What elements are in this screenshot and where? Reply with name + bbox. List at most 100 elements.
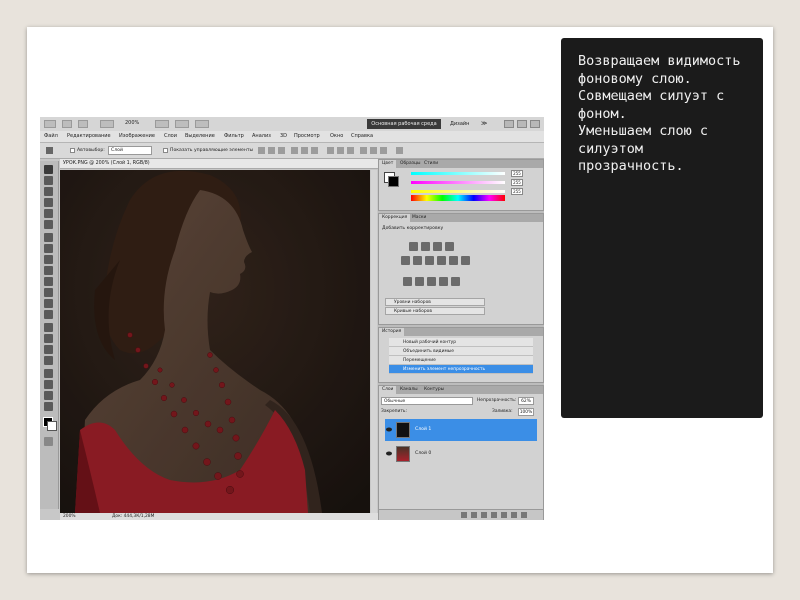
eraser-tool-icon[interactable]: [44, 277, 53, 286]
bridge-icon[interactable]: [62, 120, 72, 128]
panel-bg-swatch[interactable]: [388, 176, 399, 187]
workspace-design-link[interactable]: Дизайн: [450, 119, 469, 129]
menu-window[interactable]: Окно: [330, 133, 343, 139]
menu-image[interactable]: Изображение: [119, 133, 155, 139]
hand-tool-icon[interactable]: [44, 391, 53, 400]
3d-rotate-tool-icon[interactable]: [44, 369, 53, 378]
auto-align-icon[interactable]: [396, 147, 403, 154]
view-extras-icon[interactable]: [100, 120, 114, 128]
color-spectrum[interactable]: [411, 195, 505, 201]
history-item[interactable]: Новый рабочий контур: [389, 338, 533, 347]
zoom-tool-icon[interactable]: [44, 402, 53, 411]
align-left-icon[interactable]: [291, 147, 298, 154]
tab-adjustments[interactable]: Коррекция: [379, 214, 411, 222]
path-select-tool-icon[interactable]: [44, 345, 53, 354]
tab-layers[interactable]: Слои: [379, 386, 397, 394]
history-brush-tool-icon[interactable]: [44, 266, 53, 275]
menu-layers[interactable]: Слои: [164, 133, 177, 139]
type-tool-icon[interactable]: [44, 334, 53, 343]
exposure-icon[interactable]: [445, 242, 454, 251]
menu-3d[interactable]: 3D: [280, 133, 287, 139]
crop-tool-icon[interactable]: [44, 209, 53, 218]
tab-paths[interactable]: Контуры: [421, 386, 447, 394]
selective-color-icon[interactable]: [451, 277, 460, 286]
align-top-icon[interactable]: [258, 147, 265, 154]
hand-tool-icon[interactable]: [155, 120, 169, 128]
history-item-selected[interactable]: Изменить элемент непрозрачность: [389, 365, 533, 374]
align-right-icon[interactable]: [311, 147, 318, 154]
shape-tool-icon[interactable]: [44, 356, 53, 365]
distribute-vcenter-icon[interactable]: [337, 147, 344, 154]
hue-saturation-icon[interactable]: [413, 256, 422, 265]
distribute-left-icon[interactable]: [360, 147, 367, 154]
distribute-right-icon[interactable]: [380, 147, 387, 154]
tab-channels[interactable]: Каналы: [397, 386, 421, 394]
autoselect-checkbox[interactable]: [70, 148, 75, 153]
distribute-hcenter-icon[interactable]: [370, 147, 377, 154]
document-canvas[interactable]: [60, 170, 370, 513]
red-slider[interactable]: [411, 172, 505, 175]
history-item[interactable]: Объединить видимые: [389, 347, 533, 356]
menu-view[interactable]: Просмотр: [294, 133, 320, 139]
lasso-tool-icon[interactable]: [44, 187, 53, 196]
curves-icon[interactable]: [433, 242, 442, 251]
menu-analysis[interactable]: Анализ: [252, 133, 271, 139]
screen-mode-icon[interactable]: [195, 120, 209, 128]
vibrance-icon[interactable]: [401, 256, 410, 265]
gradient-map-icon[interactable]: [439, 277, 448, 286]
menu-select[interactable]: Выделение: [185, 133, 215, 139]
new-layer-icon[interactable]: [511, 512, 517, 518]
move-tool-icon[interactable]: [44, 165, 53, 174]
more-workspaces-icon[interactable]: ≫: [481, 119, 487, 129]
adjustment-layer-icon[interactable]: [491, 512, 497, 518]
green-value[interactable]: 255: [511, 179, 523, 186]
green-slider[interactable]: [411, 181, 505, 184]
trash-icon[interactable]: [521, 512, 527, 518]
maximize-icon[interactable]: [517, 120, 527, 128]
show-controls-checkbox[interactable]: [163, 148, 168, 153]
workspace-essentials-button[interactable]: Основная рабочая среда: [367, 119, 441, 129]
brush-tool-icon[interactable]: [44, 244, 53, 253]
blur-tool-icon[interactable]: [44, 299, 53, 308]
layer-row[interactable]: Слой 0: [385, 443, 537, 465]
photo-filter-icon[interactable]: [449, 256, 458, 265]
eyedropper-tool-icon[interactable]: [44, 220, 53, 229]
menu-edit[interactable]: Редактирование: [67, 133, 111, 139]
posterize-icon[interactable]: [415, 277, 424, 286]
layer-row-selected[interactable]: Слой 1: [385, 419, 537, 441]
eye-icon[interactable]: [386, 451, 392, 456]
move-tool-icon[interactable]: [46, 147, 53, 154]
menu-file[interactable]: Файл: [44, 133, 58, 139]
tab-styles[interactable]: Стили: [421, 160, 441, 168]
distribute-top-icon[interactable]: [327, 147, 334, 154]
tab-swatches[interactable]: Образцы: [397, 160, 423, 168]
history-item[interactable]: Перемещение: [389, 356, 533, 365]
black-white-icon[interactable]: [437, 256, 446, 265]
blue-value[interactable]: 255: [511, 188, 523, 195]
dodge-tool-icon[interactable]: [44, 310, 53, 319]
align-bottom-icon[interactable]: [278, 147, 285, 154]
distribute-bottom-icon[interactable]: [347, 147, 354, 154]
zoom-level[interactable]: 200%: [125, 120, 139, 126]
quick-mask-icon[interactable]: [44, 437, 53, 446]
arrange-documents-icon[interactable]: [175, 120, 189, 128]
layer-mask-icon[interactable]: [481, 512, 487, 518]
red-value[interactable]: 255: [511, 170, 523, 177]
channel-mixer-icon[interactable]: [461, 256, 470, 265]
invert-icon[interactable]: [403, 277, 412, 286]
threshold-icon[interactable]: [427, 277, 436, 286]
tab-color[interactable]: Цвет: [379, 160, 397, 168]
gradient-tool-icon[interactable]: [44, 288, 53, 297]
align-vcenter-icon[interactable]: [268, 147, 275, 154]
3d-orbit-tool-icon[interactable]: [44, 380, 53, 389]
healing-tool-icon[interactable]: [44, 233, 53, 242]
document-tab[interactable]: УРОК.PNG @ 200% (Слой 1, RGB/8): [60, 159, 390, 169]
preset-curves[interactable]: Кривые наборов: [385, 307, 485, 315]
clone-stamp-tool-icon[interactable]: [44, 255, 53, 264]
status-zoom[interactable]: 200%: [63, 513, 76, 520]
tab-history[interactable]: История: [379, 328, 405, 336]
group-icon[interactable]: [501, 512, 507, 518]
tab-masks[interactable]: Маски: [409, 214, 429, 222]
blend-mode-select[interactable]: Обычные: [381, 397, 473, 405]
mini-bridge-icon[interactable]: [78, 120, 88, 128]
